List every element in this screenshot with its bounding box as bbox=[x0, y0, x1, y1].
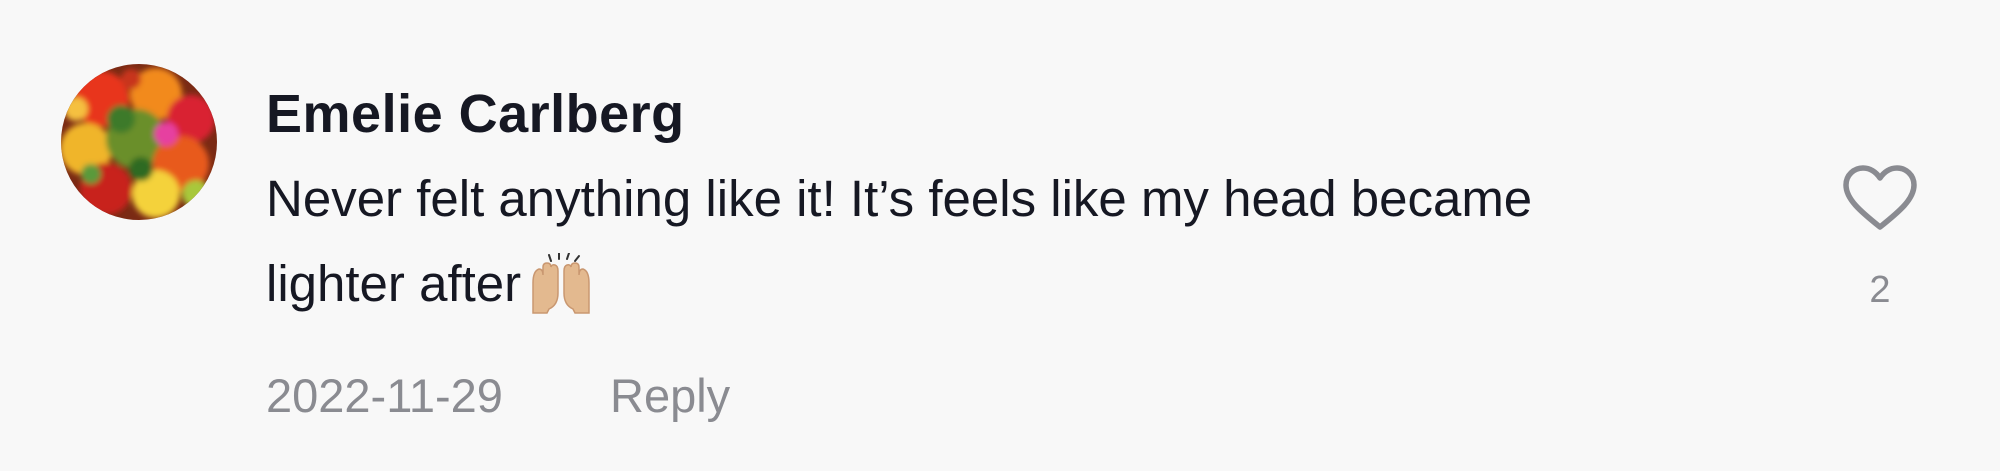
comment-text-content: Never felt anything like it! It’s feels … bbox=[266, 170, 1533, 312]
comment-text: Never felt anything like it! It’s feels … bbox=[266, 156, 1566, 340]
comment-body: Emelie Carlberg Never felt anything like… bbox=[266, 74, 1566, 340]
like-count: 2 bbox=[1869, 269, 1891, 311]
like-container: 2 bbox=[1840, 163, 1920, 312]
comment-meta: 2022-11-29 Reply bbox=[266, 366, 730, 426]
raising-hands-icon bbox=[529, 252, 593, 340]
heart-outline-icon[interactable] bbox=[1840, 163, 1920, 233]
comment-username[interactable]: Emelie Carlberg bbox=[266, 74, 1566, 154]
comment-date: 2022-11-29 bbox=[266, 369, 503, 422]
reply-button[interactable]: Reply bbox=[610, 366, 730, 426]
avatar[interactable] bbox=[61, 64, 217, 220]
comment-item: Emelie Carlberg Never felt anything like… bbox=[0, 0, 2000, 471]
